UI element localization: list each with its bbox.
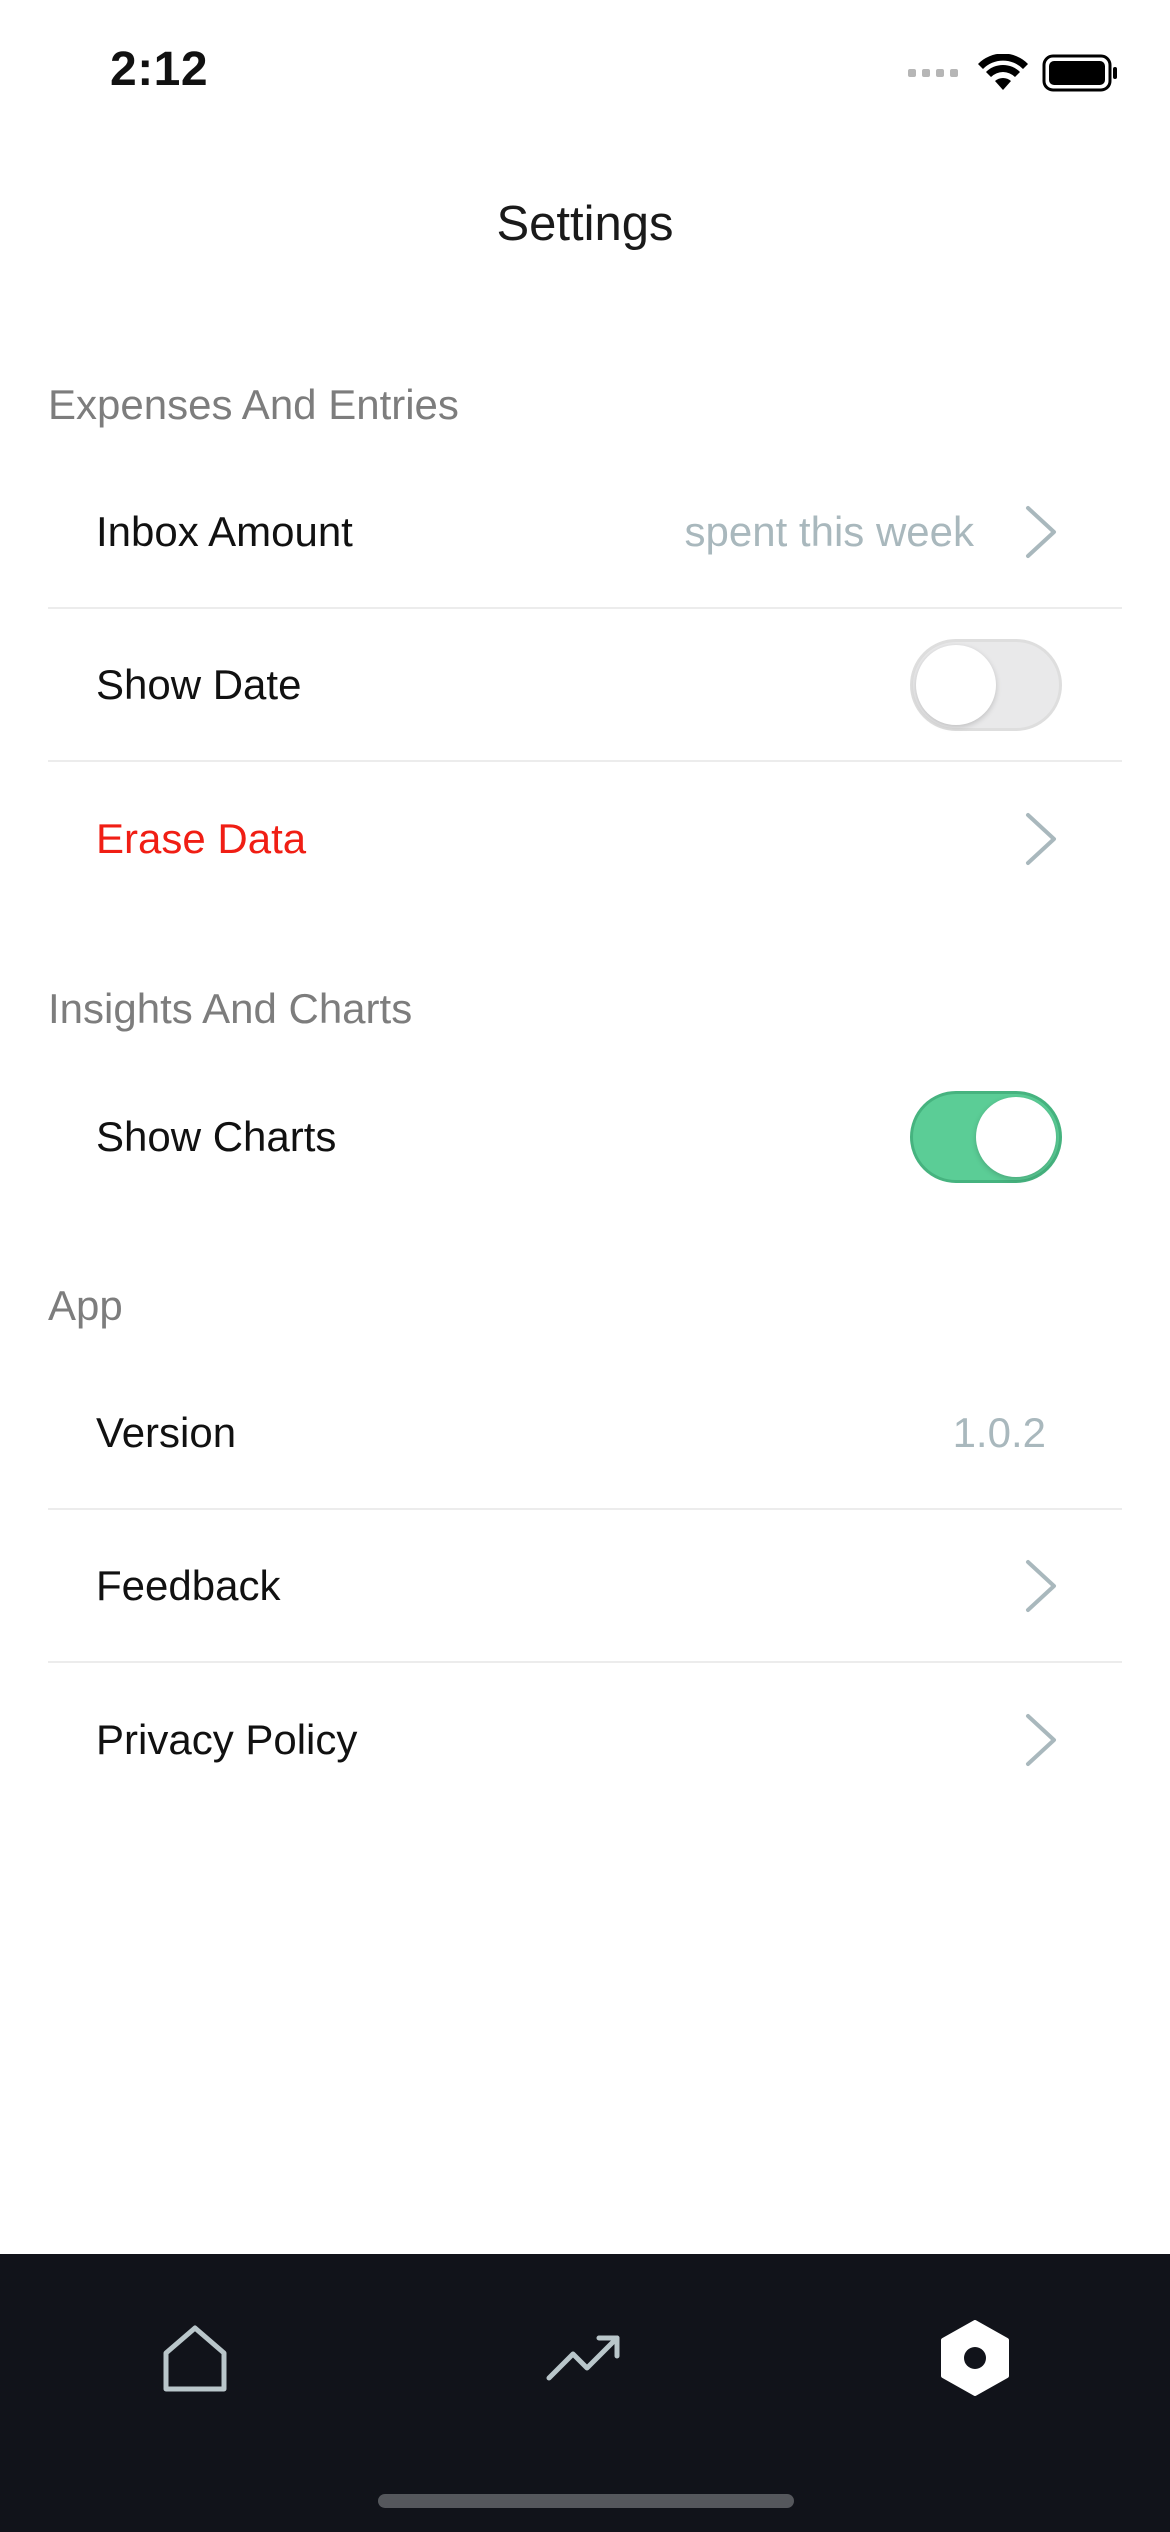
status-indicators <box>908 54 1118 92</box>
chevron-right-icon <box>1026 812 1056 865</box>
home-indicator <box>378 2494 794 2508</box>
home-icon <box>163 2325 227 2392</box>
erase-data-label: Erase Data <box>96 814 307 862</box>
chevron-right-icon <box>1026 1713 1056 1766</box>
show-date-row: Show Date <box>48 609 1122 762</box>
settings-hexagon-icon <box>941 2320 1009 2396</box>
version-row: Version 1.0.2 <box>48 1357 1122 1510</box>
erase-data-row[interactable]: Erase Data <box>48 762 1122 915</box>
status-time: 2:12 <box>110 43 209 96</box>
trending-up-icon <box>546 2335 620 2381</box>
tab-bar <box>0 2254 1170 2532</box>
show-charts-row: Show Charts <box>48 1060 1122 1213</box>
show-date-label: Show Date <box>96 660 302 708</box>
toggle-knob <box>916 644 996 725</box>
cellular-signal-icon <box>908 69 958 77</box>
tab-home[interactable] <box>135 2298 255 2418</box>
privacy-policy-row[interactable]: Privacy Policy <box>48 1663 1122 1816</box>
privacy-policy-label: Privacy Policy <box>96 1715 358 1763</box>
feedback-row[interactable]: Feedback <box>48 1510 1122 1663</box>
chevron-right-icon <box>1026 1559 1056 1612</box>
wifi-icon <box>978 54 1028 90</box>
version-value: 1.0.2 <box>952 1408 1046 1456</box>
section-header-expenses: Expenses And Entries <box>48 381 459 428</box>
section-header-insights: Insights And Charts <box>48 985 413 1032</box>
toggle-knob <box>976 1096 1056 1177</box>
show-charts-label: Show Charts <box>96 1112 337 1160</box>
inbox-amount-label: Inbox Amount <box>96 507 353 555</box>
section-header-app: App <box>48 1282 123 1329</box>
version-label: Version <box>96 1408 237 1456</box>
inbox-amount-value: spent this week <box>684 507 975 555</box>
tab-settings[interactable] <box>915 2298 1035 2418</box>
tab-insights[interactable] <box>525 2298 645 2418</box>
show-charts-toggle[interactable] <box>910 1090 1062 1183</box>
feedback-label: Feedback <box>96 1561 281 1609</box>
chevron-right-icon <box>1026 505 1056 558</box>
page-title: Settings <box>496 197 674 251</box>
inbox-amount-row[interactable]: Inbox Amount spent this week <box>48 456 1122 609</box>
show-date-toggle[interactable] <box>910 638 1062 731</box>
battery-icon <box>1042 54 1117 92</box>
status-bar: 2:12 <box>0 0 1170 150</box>
